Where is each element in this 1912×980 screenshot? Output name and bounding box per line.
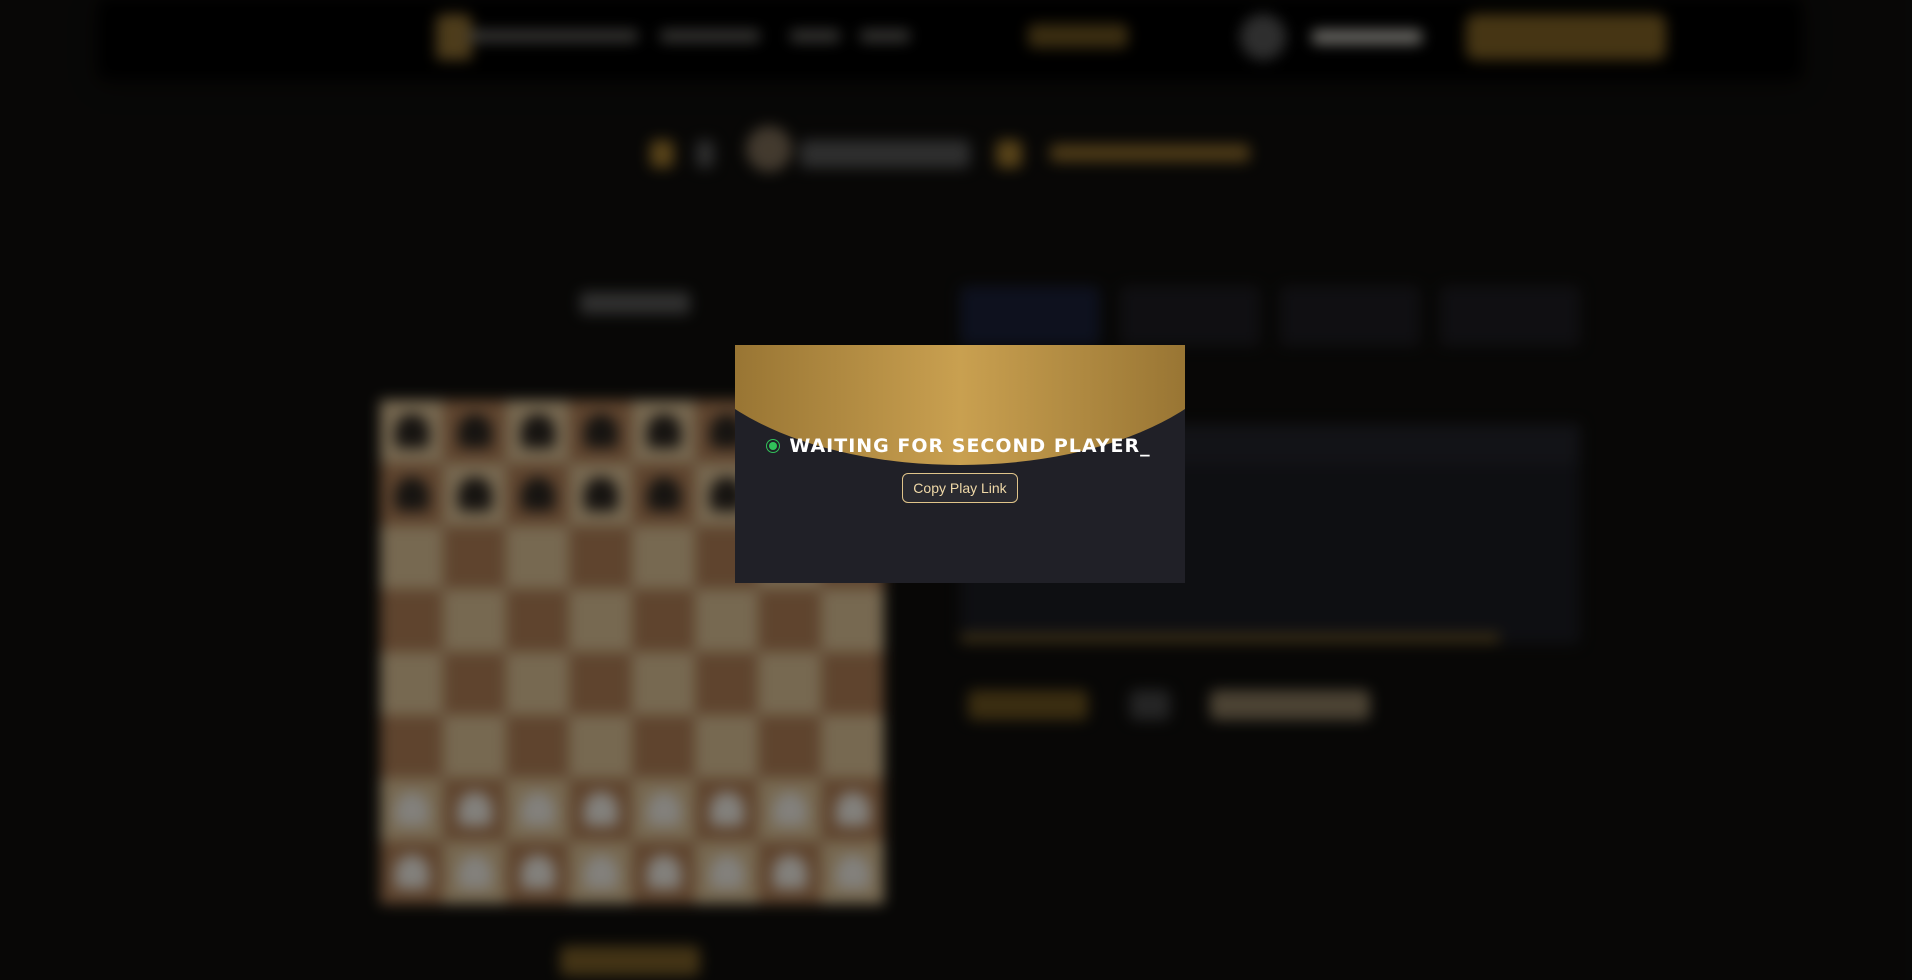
waiting-modal: Waiting for second player_ Copy Play Lin… (735, 345, 1185, 583)
status-online-icon (769, 442, 778, 450)
copy-play-link-button[interactable]: Copy Play Link (902, 473, 1018, 503)
status-row: Waiting for second player_ (735, 431, 1185, 461)
status-text: Waiting for second player_ (789, 435, 1151, 457)
